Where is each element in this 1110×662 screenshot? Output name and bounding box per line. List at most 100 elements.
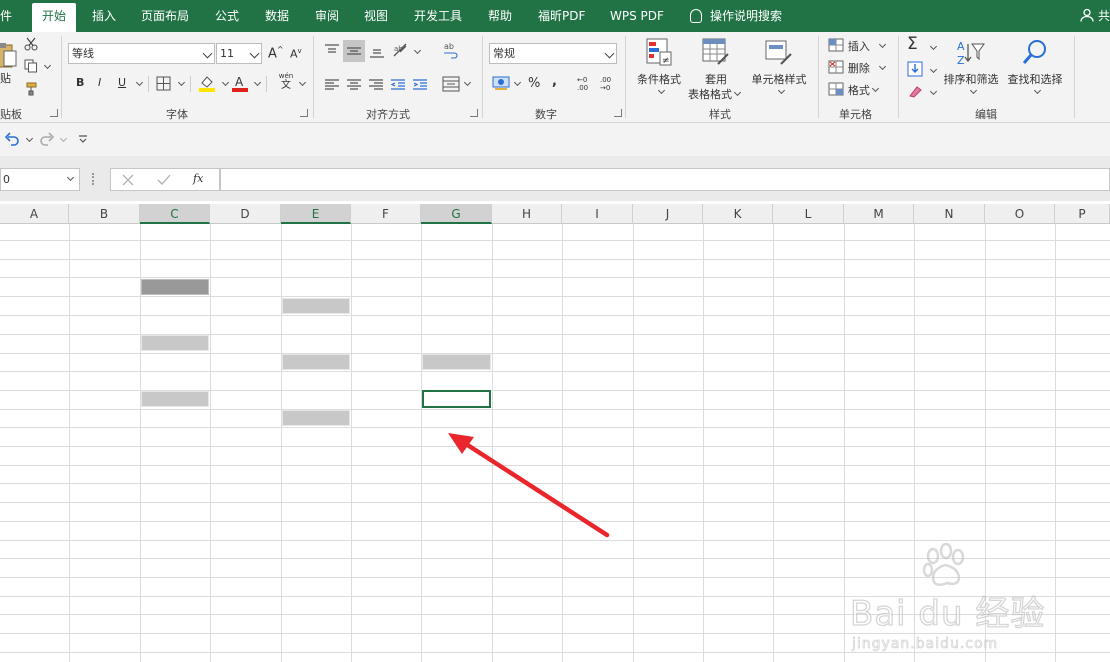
customize-qat-icon[interactable] bbox=[78, 134, 88, 144]
align-top-icon[interactable] bbox=[324, 44, 340, 58]
column-header-O[interactable]: O bbox=[985, 204, 1055, 224]
selected-cell-E5[interactable] bbox=[282, 298, 350, 314]
bold-button[interactable]: B bbox=[76, 76, 84, 89]
font-name-combo[interactable]: 等线 bbox=[68, 43, 215, 64]
enter-icon[interactable] bbox=[157, 174, 171, 186]
format-as-table-button[interactable]: 套用 表格格式 bbox=[688, 36, 744, 104]
column-header-G[interactable]: G bbox=[421, 204, 492, 224]
tab-data[interactable]: 数据 bbox=[265, 0, 289, 32]
align-bottom-icon[interactable] bbox=[369, 44, 385, 58]
font-size-combo[interactable]: 11 bbox=[216, 43, 262, 64]
underline-dropdown-icon[interactable] bbox=[135, 78, 144, 87]
align-left-icon[interactable] bbox=[324, 78, 340, 92]
increase-indent-icon[interactable] bbox=[412, 78, 428, 92]
format-painter-icon[interactable] bbox=[24, 82, 38, 96]
fill-color-dropdown-icon[interactable] bbox=[221, 78, 230, 87]
delete-cells-button[interactable]: 删除 bbox=[828, 60, 886, 78]
number-format-combo[interactable]: 常规 bbox=[489, 43, 617, 64]
merge-dropdown-icon[interactable] bbox=[463, 78, 472, 87]
formula-input[interactable] bbox=[220, 168, 1110, 191]
tab-home[interactable]: 开始 bbox=[32, 3, 77, 32]
column-header-D[interactable]: D bbox=[210, 204, 281, 224]
tab-formulas[interactable]: 公式 bbox=[215, 0, 239, 32]
phonetic-guide-button[interactable]: wén 文 bbox=[275, 72, 297, 91]
selected-cell-E8[interactable] bbox=[282, 354, 350, 370]
orientation-dropdown-icon[interactable] bbox=[413, 46, 422, 55]
format-cells-button[interactable]: 格式 bbox=[828, 82, 879, 100]
column-header-L[interactable]: L bbox=[773, 204, 844, 224]
copy-dropdown-icon[interactable] bbox=[43, 61, 52, 70]
font-color-icon[interactable]: A bbox=[232, 74, 248, 92]
selected-cell-E11[interactable] bbox=[282, 410, 350, 426]
tab-wps-pdf[interactable]: WPS PDF bbox=[610, 0, 664, 32]
tab-view[interactable]: 视图 bbox=[364, 0, 388, 32]
tab-insert[interactable]: 插入 bbox=[92, 0, 116, 32]
worksheet-grid[interactable]: Bai du 经验 jingyan.baidu.com bbox=[0, 224, 1110, 662]
percent-style-button[interactable]: % bbox=[528, 76, 540, 91]
column-header-P[interactable]: P bbox=[1055, 204, 1110, 224]
selected-cell-C7[interactable] bbox=[141, 335, 209, 351]
selected-cell-C10[interactable] bbox=[141, 391, 209, 407]
share-button[interactable]: 共 bbox=[1080, 0, 1110, 32]
wrap-text-icon[interactable]: ab bbox=[442, 41, 460, 59]
merge-center-icon[interactable] bbox=[442, 76, 460, 92]
sort-filter-button[interactable]: AZ 排序和筛选 bbox=[940, 36, 1002, 104]
phonetic-dropdown-icon[interactable] bbox=[298, 78, 307, 87]
shrink-font-button[interactable]: Av bbox=[290, 47, 302, 61]
cut-icon[interactable] bbox=[24, 37, 38, 51]
conditional-formatting-button[interactable]: ≠ 条件格式 bbox=[634, 36, 684, 104]
clear-dropdown-icon[interactable] bbox=[929, 87, 938, 96]
paste-icon[interactable] bbox=[0, 42, 26, 68]
orientation-icon[interactable]: ab bbox=[392, 42, 410, 58]
insert-cells-button[interactable]: 插入 bbox=[828, 38, 886, 56]
alignment-launcher-icon[interactable] bbox=[470, 109, 478, 117]
formula-bar-grip[interactable] bbox=[92, 173, 94, 185]
column-header-J[interactable]: J bbox=[633, 204, 703, 224]
clipboard-launcher-icon[interactable] bbox=[50, 109, 58, 117]
align-center-icon[interactable] bbox=[346, 78, 362, 92]
number-launcher-icon[interactable] bbox=[614, 109, 622, 117]
cancel-icon[interactable] bbox=[122, 174, 134, 186]
font-launcher-icon[interactable] bbox=[300, 109, 308, 117]
column-header-H[interactable]: H bbox=[492, 204, 562, 224]
borders-dropdown-icon[interactable] bbox=[177, 78, 186, 87]
clear-icon[interactable] bbox=[907, 84, 923, 98]
fill-color-icon[interactable] bbox=[198, 74, 216, 92]
selected-cell-G8[interactable] bbox=[422, 354, 491, 370]
tell-me-search[interactable]: 操作说明搜索 bbox=[690, 0, 782, 32]
column-header-E[interactable]: E bbox=[281, 204, 351, 224]
grow-font-button[interactable]: A^ bbox=[268, 45, 284, 61]
column-header-C[interactable]: C bbox=[140, 204, 210, 224]
align-right-icon[interactable] bbox=[368, 78, 384, 92]
active-cell-G10[interactable] bbox=[422, 390, 491, 408]
borders-icon[interactable] bbox=[156, 76, 171, 91]
column-header-N[interactable]: N bbox=[914, 204, 985, 224]
insert-function-button[interactable]: fx bbox=[193, 172, 203, 185]
fill-icon[interactable] bbox=[907, 61, 923, 77]
column-header-B[interactable]: B bbox=[69, 204, 140, 224]
cell-styles-button[interactable]: 单元格样式 bbox=[748, 36, 810, 104]
autosum-dropdown-icon[interactable] bbox=[929, 42, 938, 51]
name-box[interactable]: 0 bbox=[0, 168, 80, 191]
undo-icon[interactable] bbox=[5, 132, 19, 146]
redo-icon[interactable] bbox=[40, 132, 54, 146]
decrease-decimal-button[interactable]: .00 →0 bbox=[600, 76, 620, 92]
italic-button[interactable]: I bbox=[98, 76, 101, 89]
tab-foxit-pdf[interactable]: 福昕PDF bbox=[538, 0, 585, 32]
autosum-button[interactable]: Σ bbox=[907, 34, 918, 54]
align-middle-button[interactable] bbox=[343, 40, 365, 62]
decrease-indent-icon[interactable] bbox=[390, 78, 406, 92]
increase-decimal-button[interactable]: ←0 .00 bbox=[577, 76, 597, 92]
column-header-K[interactable]: K bbox=[703, 204, 773, 224]
tab-developer[interactable]: 开发工具 bbox=[414, 0, 462, 32]
font-color-dropdown-icon[interactable] bbox=[253, 78, 262, 87]
column-header-A[interactable]: A bbox=[0, 204, 69, 224]
tab-file[interactable]: 件 bbox=[0, 0, 12, 32]
underline-button[interactable]: U bbox=[118, 76, 126, 89]
copy-icon[interactable] bbox=[24, 59, 38, 73]
accounting-dropdown-icon[interactable] bbox=[513, 78, 522, 87]
column-header-M[interactable]: M bbox=[844, 204, 914, 224]
column-header-F[interactable]: F bbox=[351, 204, 421, 224]
undo-dropdown-icon[interactable] bbox=[25, 134, 34, 143]
tab-help[interactable]: 帮助 bbox=[488, 0, 512, 32]
